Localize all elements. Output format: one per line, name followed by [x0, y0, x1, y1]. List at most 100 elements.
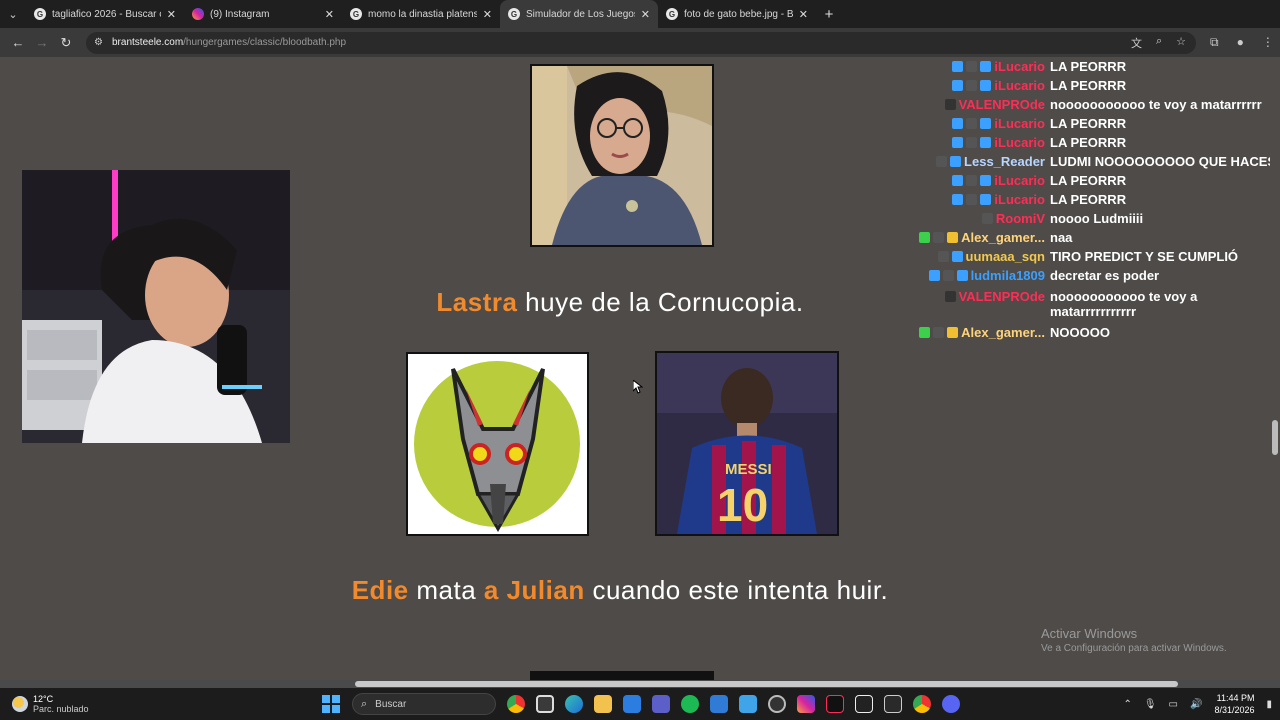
chat-badge-icon: [937, 251, 949, 262]
event2-text2: cuando este intenta huir.: [584, 575, 889, 605]
weather-widget[interactable]: 12°C Parc. nublado: [12, 694, 122, 714]
edge-icon[interactable]: [565, 695, 583, 713]
tab-close-icon[interactable]: ✕: [167, 8, 176, 21]
tab-strip: ⌄ Gtagliafico 2026 - Buscar con Goo✕(9) …: [0, 0, 1280, 28]
tribute-image-edie: [406, 352, 589, 536]
weather-cloud-sun-icon: [12, 696, 28, 712]
chat-badge-icon: [933, 232, 945, 243]
clock[interactable]: 11:44 PM 8/31/2026: [1214, 692, 1254, 716]
new-tab-button[interactable]: +: [816, 0, 842, 28]
tribute-image-lastra: [530, 64, 714, 247]
chat-message: iLucario LA PEORRR: [907, 190, 1270, 209]
tab-title: foto de gato bebe.jpg - Buscar: [684, 8, 793, 20]
file-explorer-icon[interactable]: [594, 695, 612, 713]
tab-close-icon[interactable]: ✕: [325, 8, 334, 21]
tab-0[interactable]: Gtagliafico 2026 - Buscar con Goo ✕: [26, 0, 184, 28]
tribute-image-julian: MESSI 10: [655, 351, 839, 536]
chat-username[interactable]: VALENPROde: [959, 97, 1045, 112]
discord-icon[interactable]: [942, 695, 960, 713]
chat-message: iLucario LA PEORRR: [907, 114, 1270, 133]
chat-text: naa: [1050, 230, 1073, 245]
network-icon[interactable]: ▭: [1169, 699, 1178, 710]
horizontal-scrollbar[interactable]: [0, 680, 1280, 688]
store-icon[interactable]: [536, 695, 554, 713]
vertical-scroll-thumb[interactable]: [1272, 420, 1278, 455]
chat-text: LA PEORRR: [1050, 78, 1127, 93]
reload-icon[interactable]: ↻: [54, 31, 78, 55]
chat-badge-icon: [928, 270, 940, 281]
chrome-active-icon[interactable]: [913, 695, 931, 713]
tab-close-icon[interactable]: ✕: [483, 8, 492, 21]
microphone-icon[interactable]: 🎙: [1144, 699, 1157, 710]
tiktok-icon[interactable]: [826, 695, 844, 713]
forward-icon[interactable]: →: [30, 31, 54, 55]
tab-title: (9) Instagram: [210, 8, 270, 20]
chat-badge-icon: [942, 270, 954, 281]
google-favicon-icon: G: [34, 8, 46, 20]
tab-close-icon[interactable]: ✕: [641, 8, 650, 21]
chat-username[interactable]: iLucario: [994, 59, 1045, 74]
mail-icon[interactable]: [623, 695, 641, 713]
chat-username[interactable]: RoomiV: [996, 211, 1045, 226]
webcam-overlay: [22, 170, 290, 443]
chat-username[interactable]: iLucario: [994, 135, 1045, 150]
taskbar-search[interactable]: ⌕ Buscar: [352, 693, 496, 715]
tab-4[interactable]: Gfoto de gato bebe.jpg - Buscar ✕: [658, 0, 816, 28]
chat-badge-icon: [944, 99, 956, 110]
tab-3[interactable]: G Simulador de Los Juegos del Ha ✕: [500, 0, 658, 28]
chat-text: LA PEORRR: [1050, 192, 1127, 207]
epic-games-icon[interactable]: [884, 695, 902, 713]
clock-date: 8/31/2026: [1214, 705, 1255, 715]
chat-username[interactable]: iLucario: [994, 173, 1045, 188]
chat-badge-icon: [944, 291, 956, 302]
tab-close-icon[interactable]: ✕: [799, 8, 808, 21]
app-blue-icon[interactable]: [739, 695, 757, 713]
chat-username[interactable]: uumaaa_sqn: [966, 249, 1045, 264]
back-icon[interactable]: ←: [6, 31, 30, 55]
volume-icon[interactable]: 🔊: [1190, 699, 1202, 710]
chat-username[interactable]: ludmila1809: [971, 268, 1045, 283]
photos-icon[interactable]: [710, 695, 728, 713]
chat-username[interactable]: Alex_gamer...: [961, 230, 1045, 245]
chrome-icon[interactable]: [507, 695, 525, 713]
teams-icon[interactable]: [652, 695, 670, 713]
tab-2[interactable]: Gmomo la dinastia platense - Bu ✕: [342, 0, 500, 28]
zoom-icon[interactable]: ⌕: [1156, 35, 1162, 51]
steam-icon[interactable]: [768, 695, 786, 713]
spotify-icon[interactable]: [681, 695, 699, 713]
event1-name: Lastra: [436, 287, 518, 317]
chat-username[interactable]: VALENPROde: [959, 289, 1045, 304]
tab-title: tagliafico 2026 - Buscar con Goo: [52, 8, 161, 20]
bookmark-star-icon[interactable]: ☆: [1176, 35, 1186, 51]
mouse-cursor-icon: [633, 380, 643, 394]
chat-username[interactable]: iLucario: [994, 192, 1045, 207]
windows-taskbar: 12°C Parc. nublado ⌕ Buscar ⌃ 🎙 ▭ 🔊 11:44…: [0, 688, 1280, 720]
chat-badge-icon: [981, 213, 993, 224]
extensions-icon[interactable]: ⧉: [1210, 35, 1219, 50]
next-image-top-edge: [530, 671, 714, 680]
chat-badge-icon: [919, 327, 931, 338]
chat-username[interactable]: iLucario: [994, 78, 1045, 93]
notification-icon[interactable]: ▮: [1266, 699, 1272, 710]
vertical-scrollbar[interactable]: [1270, 57, 1280, 680]
profile-avatar[interactable]: ●: [1237, 35, 1244, 50]
address-bar[interactable]: ⚙ brantsteele.com/hungergames/classic/bl…: [86, 31, 1196, 54]
chat-badge-icon: [919, 232, 931, 243]
chat-username[interactable]: Alex_gamer...: [961, 325, 1045, 340]
chat-badge-icon: [951, 251, 963, 262]
tab-search-icon[interactable]: ⌄: [0, 0, 26, 28]
page-content: Lastra huye de la Cornucopia. MESSI 10 E…: [0, 57, 1270, 680]
chat-username[interactable]: iLucario: [994, 116, 1045, 131]
tray-chevron-icon[interactable]: ⌃: [1123, 699, 1131, 710]
weather-desc: Parc. nublado: [33, 704, 89, 714]
site-info-icon[interactable]: ⚙: [94, 37, 106, 49]
instagram-icon[interactable]: [797, 695, 815, 713]
capcut-icon[interactable]: [855, 695, 873, 713]
horizontal-scroll-thumb[interactable]: [355, 681, 1178, 687]
translate-icon[interactable]: 文: [1131, 35, 1142, 51]
start-button[interactable]: [322, 695, 340, 713]
chat-message: Less_Reader LUDMI NOOOOOOOOO QUE HACES: [907, 152, 1270, 171]
tab-1[interactable]: (9) Instagram ✕: [184, 0, 342, 28]
chat-username[interactable]: Less_Reader: [964, 154, 1045, 169]
menu-icon[interactable]: ⋮: [1262, 35, 1274, 50]
